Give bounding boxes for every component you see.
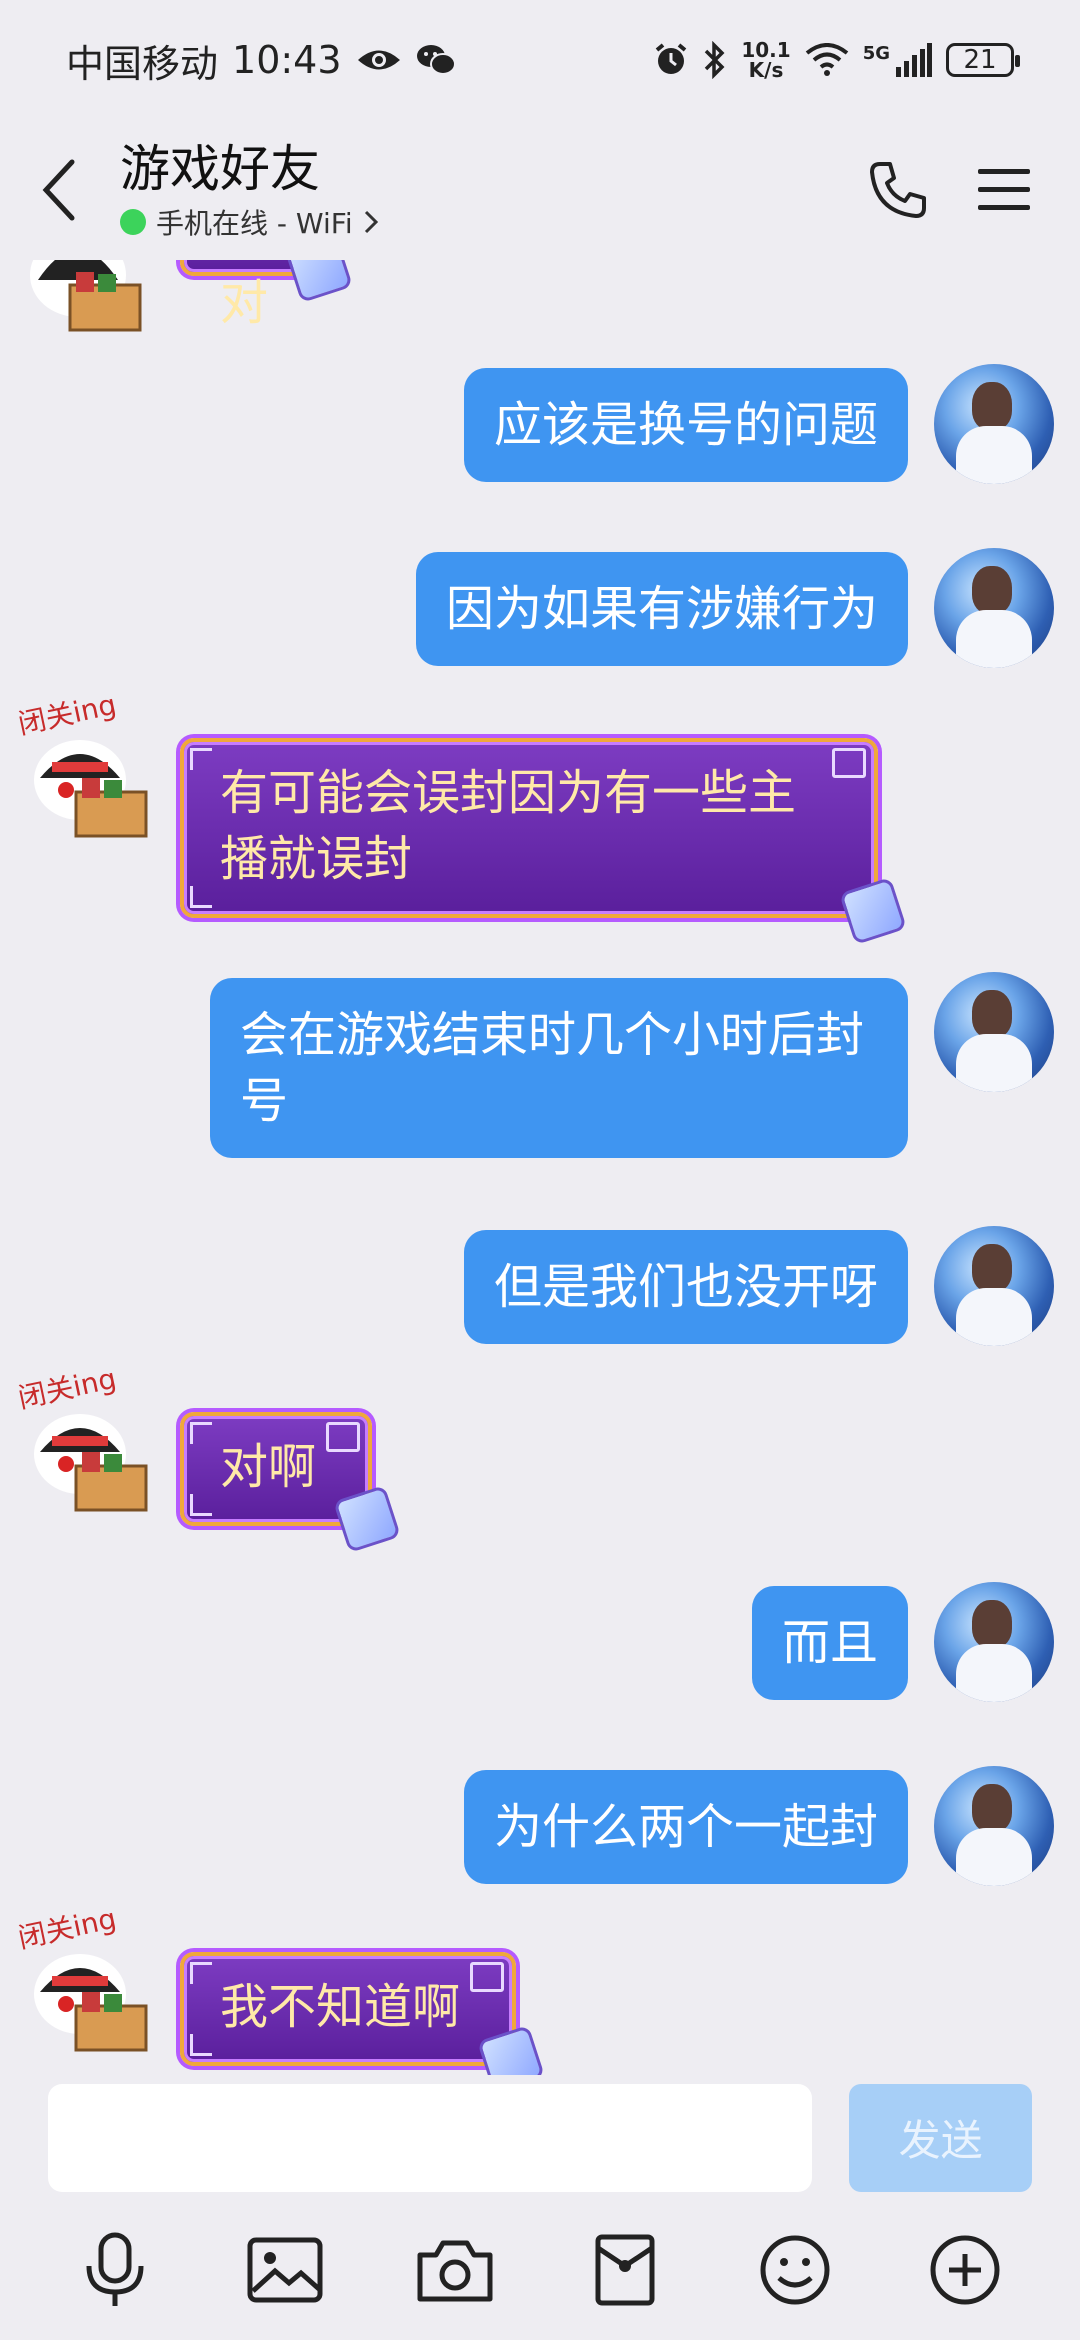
bubble-corner-frame-icon <box>326 1422 361 1452</box>
more-button[interactable] <box>920 2225 1010 2315</box>
incoming-message-bubble[interactable]: 不对 <box>180 260 354 331</box>
my-avatar[interactable] <box>934 1226 1054 1346</box>
carrier-label: 中国移动 <box>66 41 219 86</box>
message-input[interactable] <box>48 2083 813 2192</box>
badge-icon <box>838 876 908 946</box>
bluetooth-icon <box>705 41 725 79</box>
chat-header: 游戏好友 手机在线 - WiFi <box>0 120 1080 260</box>
incoming-message-bubble[interactable]: 对啊 <box>180 1412 402 1554</box>
sticker-avatar-icon: 闭关ing <box>15 1362 148 1512</box>
camera-icon <box>417 2240 493 2302</box>
bubble-corner-frame-icon <box>190 1494 212 1516</box>
online-status-text: 手机在线 - WiFi <box>156 207 353 240</box>
friend-avatar[interactable]: 闭关ing <box>15 1902 158 2054</box>
message-text: 对啊 <box>220 1439 317 1495</box>
online-status[interactable]: 手机在线 - WiFi <box>120 202 868 242</box>
outgoing-message-bubble[interactable]: 为什么两个一起封 <box>463 1770 908 1884</box>
menu-icon[interactable] <box>978 167 1030 213</box>
online-dot-icon <box>120 209 146 235</box>
message-text: 我不知道啊 <box>220 1979 461 2035</box>
my-avatar[interactable] <box>934 548 1054 668</box>
eye-icon <box>357 50 400 70</box>
bubble-corner-frame-icon <box>190 2034 212 2056</box>
chat-screen: 中国移动 10:43 10.1 K/s 5G 21 游戏好友 手机在线 - Wi… <box>0 0 1080 2340</box>
message-text: 但是我们也没开呀 <box>493 1259 878 1315</box>
battery-level: 21 <box>963 45 997 75</box>
bubble-corner-frame-icon <box>190 886 212 908</box>
status-right: 10.1 K/s 5G 21 <box>653 40 1020 80</box>
chevron-right-icon <box>364 210 378 234</box>
network-speed-unit: K/s <box>748 58 784 82</box>
plus-icon <box>930 2235 1000 2305</box>
camera-button[interactable] <box>410 2225 500 2315</box>
badge-icon <box>284 260 354 304</box>
alarm-icon <box>656 43 687 74</box>
wechat-icon <box>416 45 456 75</box>
image-icon <box>247 2237 323 2303</box>
my-avatar[interactable] <box>934 972 1054 1092</box>
message-text: 不对 <box>220 260 269 331</box>
badge-icon <box>332 1484 402 1554</box>
gallery-button[interactable] <box>240 2225 330 2315</box>
outgoing-message-bubble[interactable]: 但是我们也没开呀 <box>463 1230 908 1344</box>
contact-name: 游戏好友 <box>120 140 320 198</box>
outgoing-message-bubble[interactable]: 而且 <box>751 1586 908 1700</box>
badge-icon <box>476 2024 546 2075</box>
sticker-text: 闭关ing <box>18 690 119 741</box>
network-type-label: 5G <box>862 43 890 64</box>
status-bar: 中国移动 10:43 10.1 K/s 5G 21 <box>0 0 1080 120</box>
outgoing-message-bubble[interactable]: 会在游戏结束时几个小时后封号 <box>210 978 908 1158</box>
back-button[interactable] <box>0 120 120 260</box>
contact-info[interactable]: 游戏好友 手机在线 - WiFi <box>120 138 868 242</box>
my-avatar[interactable] <box>934 1582 1054 1702</box>
incoming-message-bubble[interactable]: 有可能会误封因为有一些主播就误封 <box>180 738 908 946</box>
sticker-text: 闭关ing <box>18 1904 119 1955</box>
message-text: 有可能会误封因为有一些主播就误封 <box>220 765 797 887</box>
emoji-button[interactable] <box>750 2225 840 2315</box>
emoji-icon <box>760 2235 830 2305</box>
signal-bars-icon <box>896 43 932 77</box>
red-packet-icon <box>595 2234 655 2306</box>
sticker-avatar-icon <box>30 260 142 332</box>
header-actions <box>868 160 1080 220</box>
message-text: 而且 <box>781 1615 878 1671</box>
message-text: 为什么两个一起封 <box>493 1799 878 1855</box>
my-avatar[interactable] <box>934 1766 1054 1886</box>
bubble-corner-frame-icon <box>190 1422 212 1444</box>
friend-avatar[interactable]: 闭关ing <box>15 688 158 840</box>
friend-avatar[interactable]: 闭关ing <box>15 1362 158 1514</box>
bubble-corner-frame-icon <box>190 748 212 770</box>
friend-avatar[interactable] <box>18 260 158 340</box>
status-left: 中国移动 10:43 <box>66 33 456 88</box>
microphone-icon <box>86 2232 144 2306</box>
bubble-corner-frame-icon <box>832 748 866 778</box>
outgoing-message-bubble[interactable]: 因为如果有涉嫌行为 <box>415 552 908 666</box>
sticker-avatar-icon: 闭关ing <box>15 688 148 838</box>
bubble-corner-frame-icon <box>190 1962 212 1984</box>
red-packet-button[interactable] <box>580 2225 670 2315</box>
composer: 发送 <box>0 2075 1080 2200</box>
network-speed-value: 10.1 <box>741 38 791 62</box>
sticker-text: 闭关ing <box>18 1364 119 1415</box>
composer-toolbar <box>0 2200 1080 2340</box>
bubble-corner-frame-icon <box>470 1962 505 1992</box>
message-text: 因为如果有涉嫌行为 <box>445 581 878 637</box>
sticker-avatar-icon: 闭关ing <box>15 1902 148 2052</box>
message-text: 应该是换号的问题 <box>493 397 878 453</box>
wifi-icon <box>805 43 848 76</box>
my-avatar[interactable] <box>934 364 1054 484</box>
voice-button[interactable] <box>70 2225 160 2315</box>
battery-indicator: 21 <box>946 43 1020 77</box>
incoming-message-bubble[interactable]: 我不知道啊 <box>180 1952 546 2075</box>
chevron-left-icon <box>42 159 75 221</box>
phone-call-icon[interactable] <box>868 160 928 220</box>
network-speed: 10.1 K/s <box>741 40 790 80</box>
message-list[interactable]: 不对 应该是换号的问题 因为如果有涉嫌行为 闭关ing <box>0 260 1080 2075</box>
send-button[interactable]: 发送 <box>849 2083 1032 2192</box>
cell-signal: 5G <box>863 43 932 77</box>
message-text: 会在游戏结束时几个小时后封号 <box>240 1007 865 1129</box>
outgoing-message-bubble[interactable]: 应该是换号的问题 <box>463 368 908 482</box>
clock: 10:43 <box>232 38 342 82</box>
